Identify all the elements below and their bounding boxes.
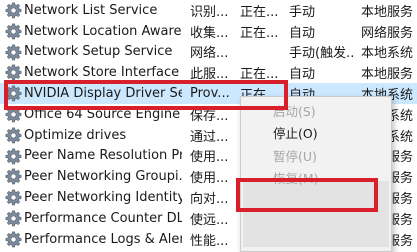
service-gear-icon [5, 23, 22, 40]
service-startup-type: 自动 [289, 25, 316, 41]
service-description: 识别... [190, 4, 229, 20]
service-startup-type: 手动 [289, 4, 316, 20]
service-name: Peer Networking Identity... [24, 190, 182, 206]
service-gear-icon [5, 210, 22, 227]
service-gear-icon [5, 44, 22, 61]
menu-item-pause[interactable]: 暂停(U) [273, 146, 317, 165]
service-gear-icon [5, 64, 22, 81]
context-menu: 启动(S) 停止(O) 暂停(U) 恢复(M) [240, 96, 392, 252]
service-description: 网络... [190, 46, 229, 62]
service-name: Network Location Aware... [24, 23, 182, 39]
service-description: 使用... [190, 171, 229, 187]
service-gear-icon [5, 189, 22, 206]
service-description: 向对... [190, 192, 229, 208]
service-gear-icon [5, 127, 22, 144]
selected-service-highlight-box [4, 80, 288, 110]
service-name: Network List Service [24, 2, 158, 18]
menu-item-highlight-box [236, 178, 378, 212]
service-description: 收集... [190, 25, 229, 41]
service-description: 性能... [190, 233, 229, 249]
service-name: Network Setup Service [24, 44, 173, 60]
service-status: 正在... [240, 4, 279, 20]
service-name: Peer Networking Groupi... [24, 169, 182, 185]
service-name: Peer Name Resolution Pr... [24, 148, 182, 164]
service-description: 使远... [190, 212, 229, 228]
service-row[interactable]: Network List Service 识别... 正在... 手动 本地服务 [0, 0, 417, 21]
service-gear-icon [5, 2, 22, 19]
service-row[interactable]: Network Setup Service 网络... 手动(触发... 本地系统 [0, 42, 417, 63]
service-row[interactable]: Network Location Aware... 收集... 正在... 自动 网络服… [0, 21, 417, 42]
service-gear-icon [5, 168, 22, 185]
service-name: Performance Logs & Aler... [24, 231, 182, 247]
service-name: Network Store Interface ... [24, 65, 182, 81]
service-logon-as: 本地系统 [361, 46, 414, 62]
service-name: Performance Counter DL... [24, 210, 182, 226]
service-description: 使用... [190, 150, 229, 166]
service-logon-as: 本地服务 [361, 4, 414, 20]
service-logon-as: 本地服务 [361, 67, 414, 83]
service-logon-as: 网络服务 [361, 25, 414, 41]
service-startup-type: 手动(触发... [289, 46, 353, 62]
service-description: 通过... [190, 129, 229, 145]
service-gear-icon [5, 231, 22, 248]
service-status: 正在... [240, 25, 279, 41]
service-name: Optimize drives [24, 127, 127, 143]
menu-item-stop[interactable]: 停止(O) [273, 123, 318, 142]
service-startup-type: 自动 [289, 67, 316, 83]
service-gear-icon [5, 148, 22, 165]
